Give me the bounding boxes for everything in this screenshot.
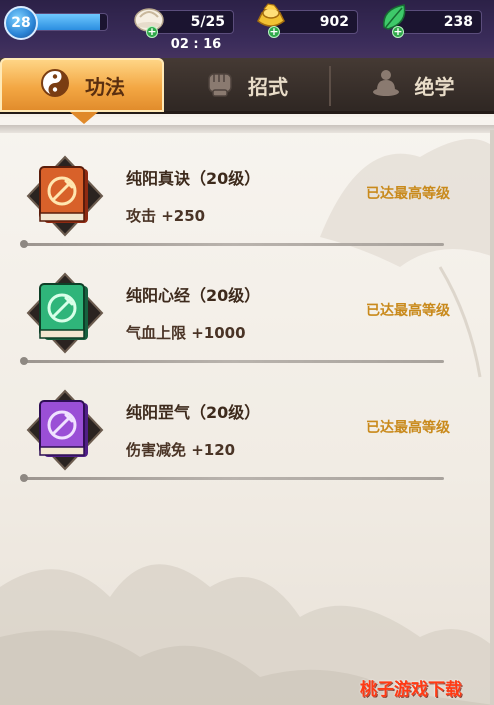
row-divider <box>20 357 444 365</box>
skill-max-level-status: 已达最高等级 <box>366 303 450 319</box>
skill-effect: 攻击 +250 <box>126 207 206 225</box>
skill-max-level-status: 已达最高等级 <box>366 186 450 202</box>
active-tab-pointer <box>70 112 98 124</box>
skill-panel: 纯阳真诀（20级） 攻击 +250 已达最高等级 纯阳心经（20级） 气血上限 … <box>0 117 494 705</box>
watermark-text: 桃子游戏下载 <box>360 680 462 700</box>
level-badge: 28 <box>4 6 38 40</box>
add-gold-button[interactable]: + <box>268 26 280 38</box>
meditation-icon <box>371 68 401 103</box>
skill-effect: 伤害减免 +120 <box>126 441 236 459</box>
skill-row[interactable]: 纯阳罡气（20级） 伤害减免 +120 已达最高等级 <box>0 369 494 486</box>
tab-zhaoshi[interactable]: 招式 <box>166 58 328 112</box>
skill-book-icon <box>26 272 104 354</box>
panel-scrollbar[interactable] <box>490 130 494 705</box>
gold-value: 902 <box>319 14 349 30</box>
skill-book-icon <box>26 155 104 237</box>
skill-name: 纯阳罡气（20级） <box>126 403 261 422</box>
fist-icon <box>206 68 234 103</box>
stamina-value: 5/25 <box>190 14 225 30</box>
row-divider <box>20 240 444 248</box>
tab-juexue-label: 绝学 <box>414 74 455 99</box>
jade-value: 238 <box>443 14 473 30</box>
yin-yang-icon <box>39 67 71 104</box>
skill-effect: 气血上限 +1000 <box>126 324 246 342</box>
tab-gongfa-label: 功法 <box>85 74 125 99</box>
add-jade-button[interactable]: + <box>392 26 404 38</box>
skill-max-level-status: 已达最高等级 <box>366 420 450 436</box>
tab-zhaoshi-label: 招式 <box>248 74 288 99</box>
tab-juexue[interactable]: 绝学 <box>331 58 494 112</box>
add-stamina-button[interactable]: + <box>146 26 158 38</box>
skill-book-icon <box>26 389 104 471</box>
stamina-timer: 02 : 16 <box>170 37 222 52</box>
skill-name: 纯阳心经（20级） <box>126 286 261 305</box>
row-divider <box>20 474 444 482</box>
panel-top-border <box>0 125 494 133</box>
tab-gongfa[interactable]: 功法 <box>0 58 164 112</box>
skill-row[interactable]: 纯阳心经（20级） 气血上限 +1000 已达最高等级 <box>0 252 494 369</box>
skill-name: 纯阳真诀（20级） <box>126 169 261 188</box>
tab-bar: 功法 招式 绝学 <box>0 58 494 114</box>
status-bar: 28 5/25 + 902 + 238 + 02 : 16 <box>0 0 494 58</box>
skill-row[interactable]: 纯阳真诀（20级） 攻击 +250 已达最高等级 <box>0 135 494 252</box>
